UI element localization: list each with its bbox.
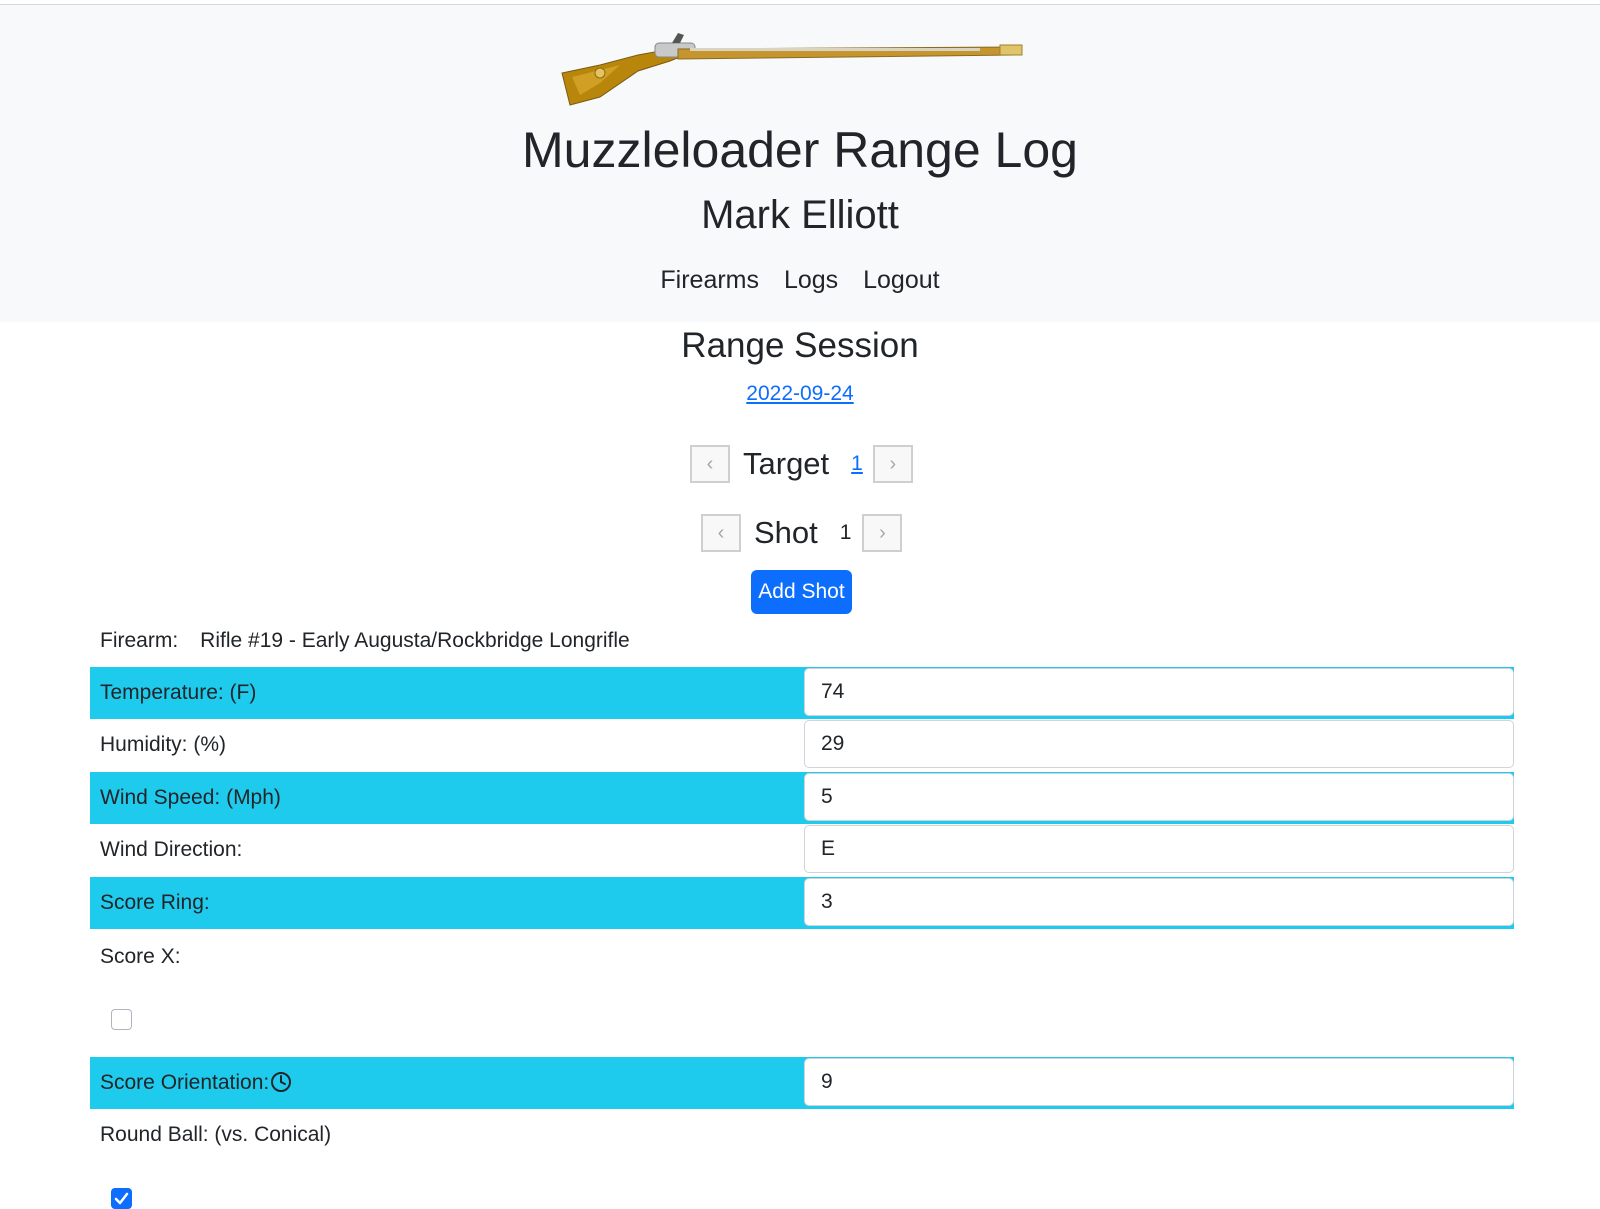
target-next-button[interactable]: › [872, 445, 913, 483]
chevron-right-icon: › [879, 521, 886, 544]
target-prev-button[interactable]: ‹ [690, 445, 730, 483]
wind-speed-row: Wind Speed: (Mph) [90, 772, 1514, 824]
score-x-checkbox[interactable] [111, 1009, 132, 1030]
shot-prev-button[interactable]: ‹ [701, 514, 741, 552]
chevron-right-icon: › [889, 452, 897, 475]
humidity-input[interactable] [804, 720, 1514, 768]
add-shot-button[interactable]: Add Shot [751, 570, 852, 614]
score-orientation-label: Score Orientation: [100, 1071, 270, 1094]
humidity-label: Humidity: (%) [100, 733, 227, 756]
score-ring-row: Score Ring: [90, 877, 1514, 929]
firearm-line: Firearm: Rifle #19 - Early Augusta/Rockbr… [100, 626, 630, 656]
nav-firearms-link[interactable]: Firearms [660, 266, 759, 294]
score-ring-input[interactable] [804, 878, 1514, 926]
score-orientation-row: Score Orientation: [90, 1057, 1514, 1109]
round-ball-checkbox[interactable] [111, 1188, 132, 1209]
chevron-left-icon: ‹ [706, 452, 714, 475]
user-name: Mark Elliott [701, 193, 899, 237]
shot-next-button[interactable]: › [862, 514, 903, 552]
app-title: Muzzleloader Range Log [522, 122, 1078, 178]
target-pager: ‹ Target 1 › [690, 445, 913, 483]
checkmark-icon [114, 1192, 129, 1205]
wind-speed-label: Wind Speed: (Mph) [90, 772, 804, 824]
shot-pager: ‹ Shot 1 › [701, 514, 903, 552]
score-orientation-input[interactable] [804, 1058, 1514, 1106]
firearm-value: Rifle #19 - Early Augusta/Rockbridge Lon… [200, 629, 630, 652]
wind-speed-input[interactable] [804, 773, 1514, 821]
session-date-link[interactable]: 2022-09-24 [746, 382, 853, 405]
clock-icon [271, 1072, 292, 1092]
nav-logout-link[interactable]: Logout [863, 266, 939, 294]
shot-label: Shot [754, 515, 818, 550]
shot-number: 1 [839, 521, 852, 544]
page-title: Range Session [681, 326, 919, 365]
target-label: Target [743, 446, 830, 481]
session-date: 2022-09-24 [0, 379, 1600, 409]
flintlock-longrifle-image [561, 33, 1023, 106]
wind-direction-label: Wind Direction: [100, 838, 243, 861]
humidity-row: Humidity: (%) [90, 719, 1514, 771]
chevron-left-icon: ‹ [717, 521, 725, 544]
nav-logs-link[interactable]: Logs [784, 266, 838, 294]
site-header: Muzzleloader Range Log Mark Elliott Fire… [0, 5, 1600, 322]
wind-direction-input[interactable] [804, 825, 1514, 873]
score-x-label: Score X: [100, 945, 181, 968]
score-orientation-label-cell: Score Orientation: [90, 1057, 804, 1109]
temperature-label: Temperature: (F) [90, 667, 804, 719]
round-ball-label: Round Ball: (vs. Conical) [100, 1123, 332, 1146]
temperature-row: Temperature: (F) [90, 667, 1514, 719]
temperature-input[interactable] [804, 668, 1514, 716]
score-ring-label: Score Ring: [90, 877, 804, 929]
target-number-link[interactable]: 1 [851, 452, 863, 476]
main-nav: Firearms Logs Logout [0, 263, 1600, 297]
firearm-label: Firearm: [100, 629, 179, 652]
wind-direction-row: Wind Direction: [90, 824, 1514, 876]
